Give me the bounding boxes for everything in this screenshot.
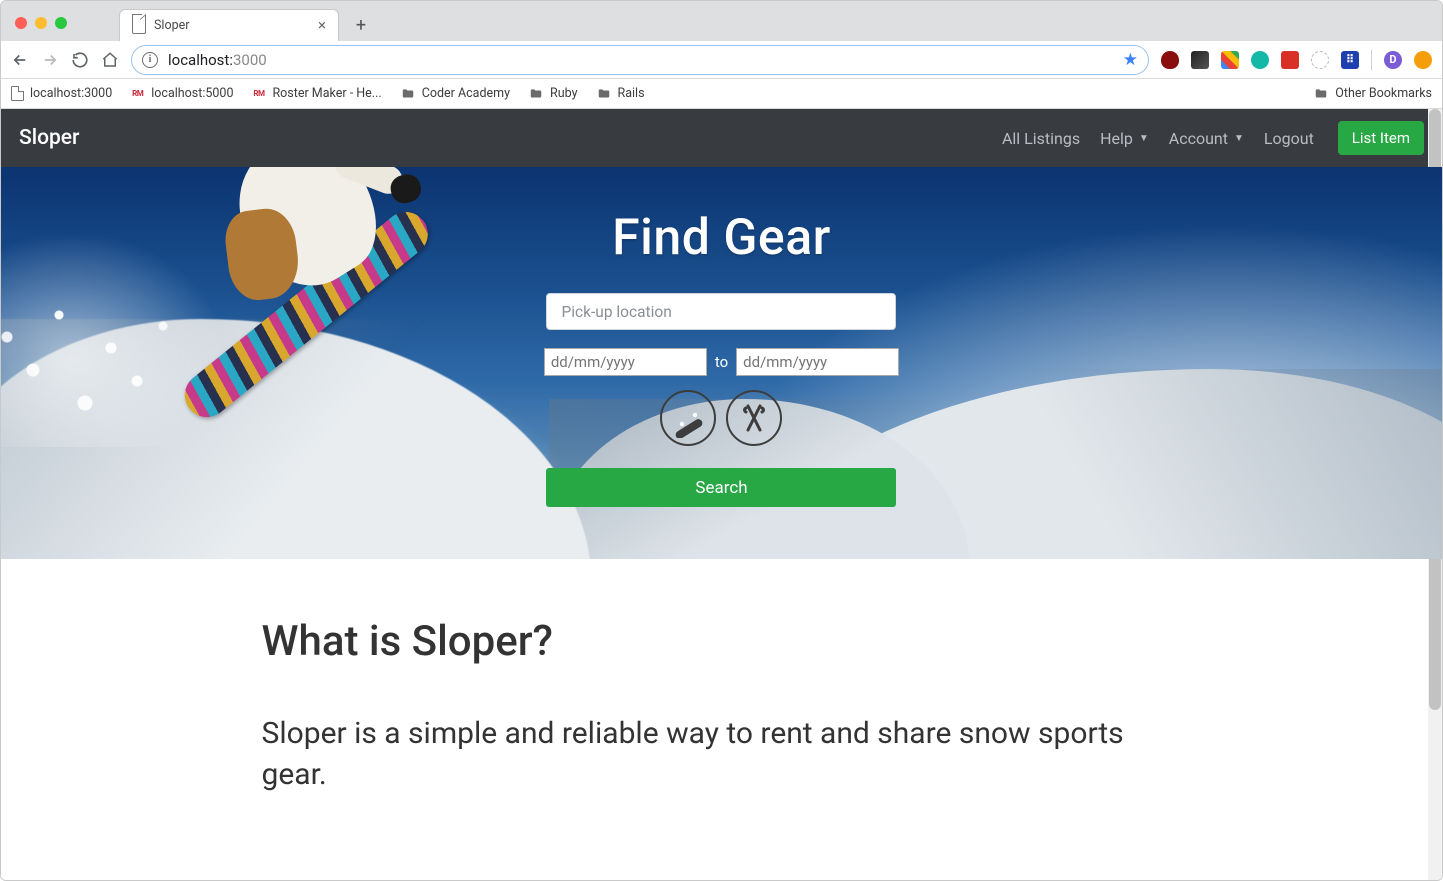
extensions: ⠿ D bbox=[1161, 50, 1432, 70]
pickup-location-input[interactable] bbox=[546, 293, 896, 330]
hero-heading: Find Gear bbox=[612, 209, 831, 267]
browser-tab[interactable]: Sloper × bbox=[119, 9, 339, 41]
tab-title: Sloper bbox=[154, 18, 189, 33]
reload-button[interactable] bbox=[71, 51, 89, 69]
search-button[interactable]: Search bbox=[546, 468, 896, 507]
bookmarks-bar: localhost:3000 RM localhost:5000 RM Roster… bbox=[1, 79, 1442, 109]
new-tab-button[interactable]: + bbox=[347, 11, 375, 39]
forward-button[interactable] bbox=[41, 51, 59, 69]
folder-icon bbox=[400, 87, 416, 101]
page-viewport[interactable]: Sloper All Listings Help ▼ Account ▼ Logou… bbox=[1, 109, 1442, 880]
about-heading: What is Sloper? bbox=[262, 617, 1182, 666]
nav-label: Logout bbox=[1264, 129, 1314, 148]
nav-logout[interactable]: Logout bbox=[1254, 129, 1324, 148]
bookmark-item[interactable]: RM localhost:5000 bbox=[130, 86, 233, 101]
list-item-button[interactable]: List Item bbox=[1338, 121, 1424, 155]
folder-icon bbox=[1313, 87, 1329, 101]
bookmark-label: localhost:5000 bbox=[151, 86, 233, 101]
bookmark-label: Other Bookmarks bbox=[1335, 86, 1432, 101]
address-bar[interactable]: i localhost:3000 ★ bbox=[131, 45, 1149, 75]
other-bookmarks[interactable]: Other Bookmarks bbox=[1313, 86, 1432, 101]
separator bbox=[1371, 50, 1372, 70]
bookmark-folder[interactable]: Rails bbox=[596, 86, 645, 101]
about-body: Sloper is a simple and reliable way to r… bbox=[262, 714, 1182, 795]
bookmark-label: Coder Academy bbox=[422, 86, 510, 101]
nav-help-dropdown[interactable]: Help ▼ bbox=[1090, 129, 1159, 148]
bookmark-folder[interactable]: Ruby bbox=[528, 86, 577, 101]
folder-icon bbox=[596, 87, 612, 101]
tab-strip: Sloper × + bbox=[119, 7, 375, 41]
nav-label: All Listings bbox=[1002, 129, 1080, 148]
close-tab-button[interactable]: × bbox=[318, 18, 326, 33]
bookmark-star-icon[interactable]: ★ bbox=[1123, 50, 1138, 70]
google-ext-icon[interactable] bbox=[1221, 51, 1239, 69]
back-button[interactable] bbox=[11, 51, 29, 69]
skis-icon[interactable] bbox=[726, 390, 782, 446]
nav-label: Account bbox=[1169, 129, 1228, 148]
date-from-input[interactable] bbox=[544, 348, 707, 376]
bookmark-label: Rails bbox=[618, 86, 645, 101]
nav-account-dropdown[interactable]: Account ▼ bbox=[1159, 129, 1254, 148]
dashed-circle-icon[interactable] bbox=[1311, 51, 1329, 69]
folder-icon bbox=[528, 87, 544, 101]
file-icon bbox=[132, 18, 146, 34]
bookmark-item[interactable]: localhost:3000 bbox=[11, 86, 112, 101]
url-port: 3000 bbox=[233, 51, 267, 69]
bookmark-label: Ruby bbox=[550, 86, 577, 101]
profile-avatar-icon[interactable]: D bbox=[1384, 51, 1402, 69]
hero: Find Gear to Search bbox=[1, 167, 1442, 559]
url-host: localhost: bbox=[168, 51, 233, 69]
bookmark-label: localhost:3000 bbox=[30, 86, 112, 101]
rubymine-icon: RM bbox=[130, 87, 145, 101]
page-icon bbox=[11, 86, 24, 101]
site-info-icon[interactable]: i bbox=[142, 52, 158, 68]
app-navbar: Sloper All Listings Help ▼ Account ▼ Logou… bbox=[1, 109, 1442, 167]
date-separator: to bbox=[715, 353, 728, 371]
chevron-down-icon: ▼ bbox=[1139, 133, 1149, 144]
eyedropper-icon[interactable] bbox=[1191, 51, 1209, 69]
window-controls bbox=[9, 17, 73, 41]
home-button[interactable] bbox=[101, 51, 119, 69]
bookmark-label: Roster Maker - He... bbox=[272, 86, 381, 101]
chevron-down-icon: ▼ bbox=[1234, 133, 1244, 144]
teal-ext-icon[interactable] bbox=[1251, 51, 1269, 69]
titlebar: Sloper × + bbox=[1, 1, 1442, 41]
snowboard-icon[interactable] bbox=[660, 390, 716, 446]
about-section: What is Sloper? Sloper is a simple and r… bbox=[242, 617, 1202, 835]
blue-ext-icon[interactable]: ⠿ bbox=[1341, 51, 1359, 69]
date-row: to bbox=[544, 348, 899, 376]
date-to-input[interactable] bbox=[736, 348, 899, 376]
nav-all-listings[interactable]: All Listings bbox=[992, 129, 1090, 148]
bookmark-folder[interactable]: Coder Academy bbox=[400, 86, 510, 101]
gear-type-row bbox=[660, 390, 782, 446]
orange-ext-icon[interactable] bbox=[1414, 51, 1432, 69]
close-window-button[interactable] bbox=[15, 17, 27, 29]
nav-label: Help bbox=[1100, 129, 1133, 148]
red-ext-icon[interactable] bbox=[1281, 51, 1299, 69]
bookmark-item[interactable]: RM Roster Maker - He... bbox=[251, 86, 381, 101]
minimize-window-button[interactable] bbox=[35, 17, 47, 29]
brand[interactable]: Sloper bbox=[19, 126, 79, 150]
browser-window: Sloper × + i localhost:3000 ★ bbox=[0, 0, 1443, 881]
toolbar: i localhost:3000 ★ ⠿ D bbox=[1, 41, 1442, 79]
url-text: localhost:3000 bbox=[168, 51, 267, 69]
ublock-icon[interactable] bbox=[1161, 51, 1179, 69]
rubymine-icon: RM bbox=[251, 87, 266, 101]
fullscreen-window-button[interactable] bbox=[55, 17, 67, 29]
